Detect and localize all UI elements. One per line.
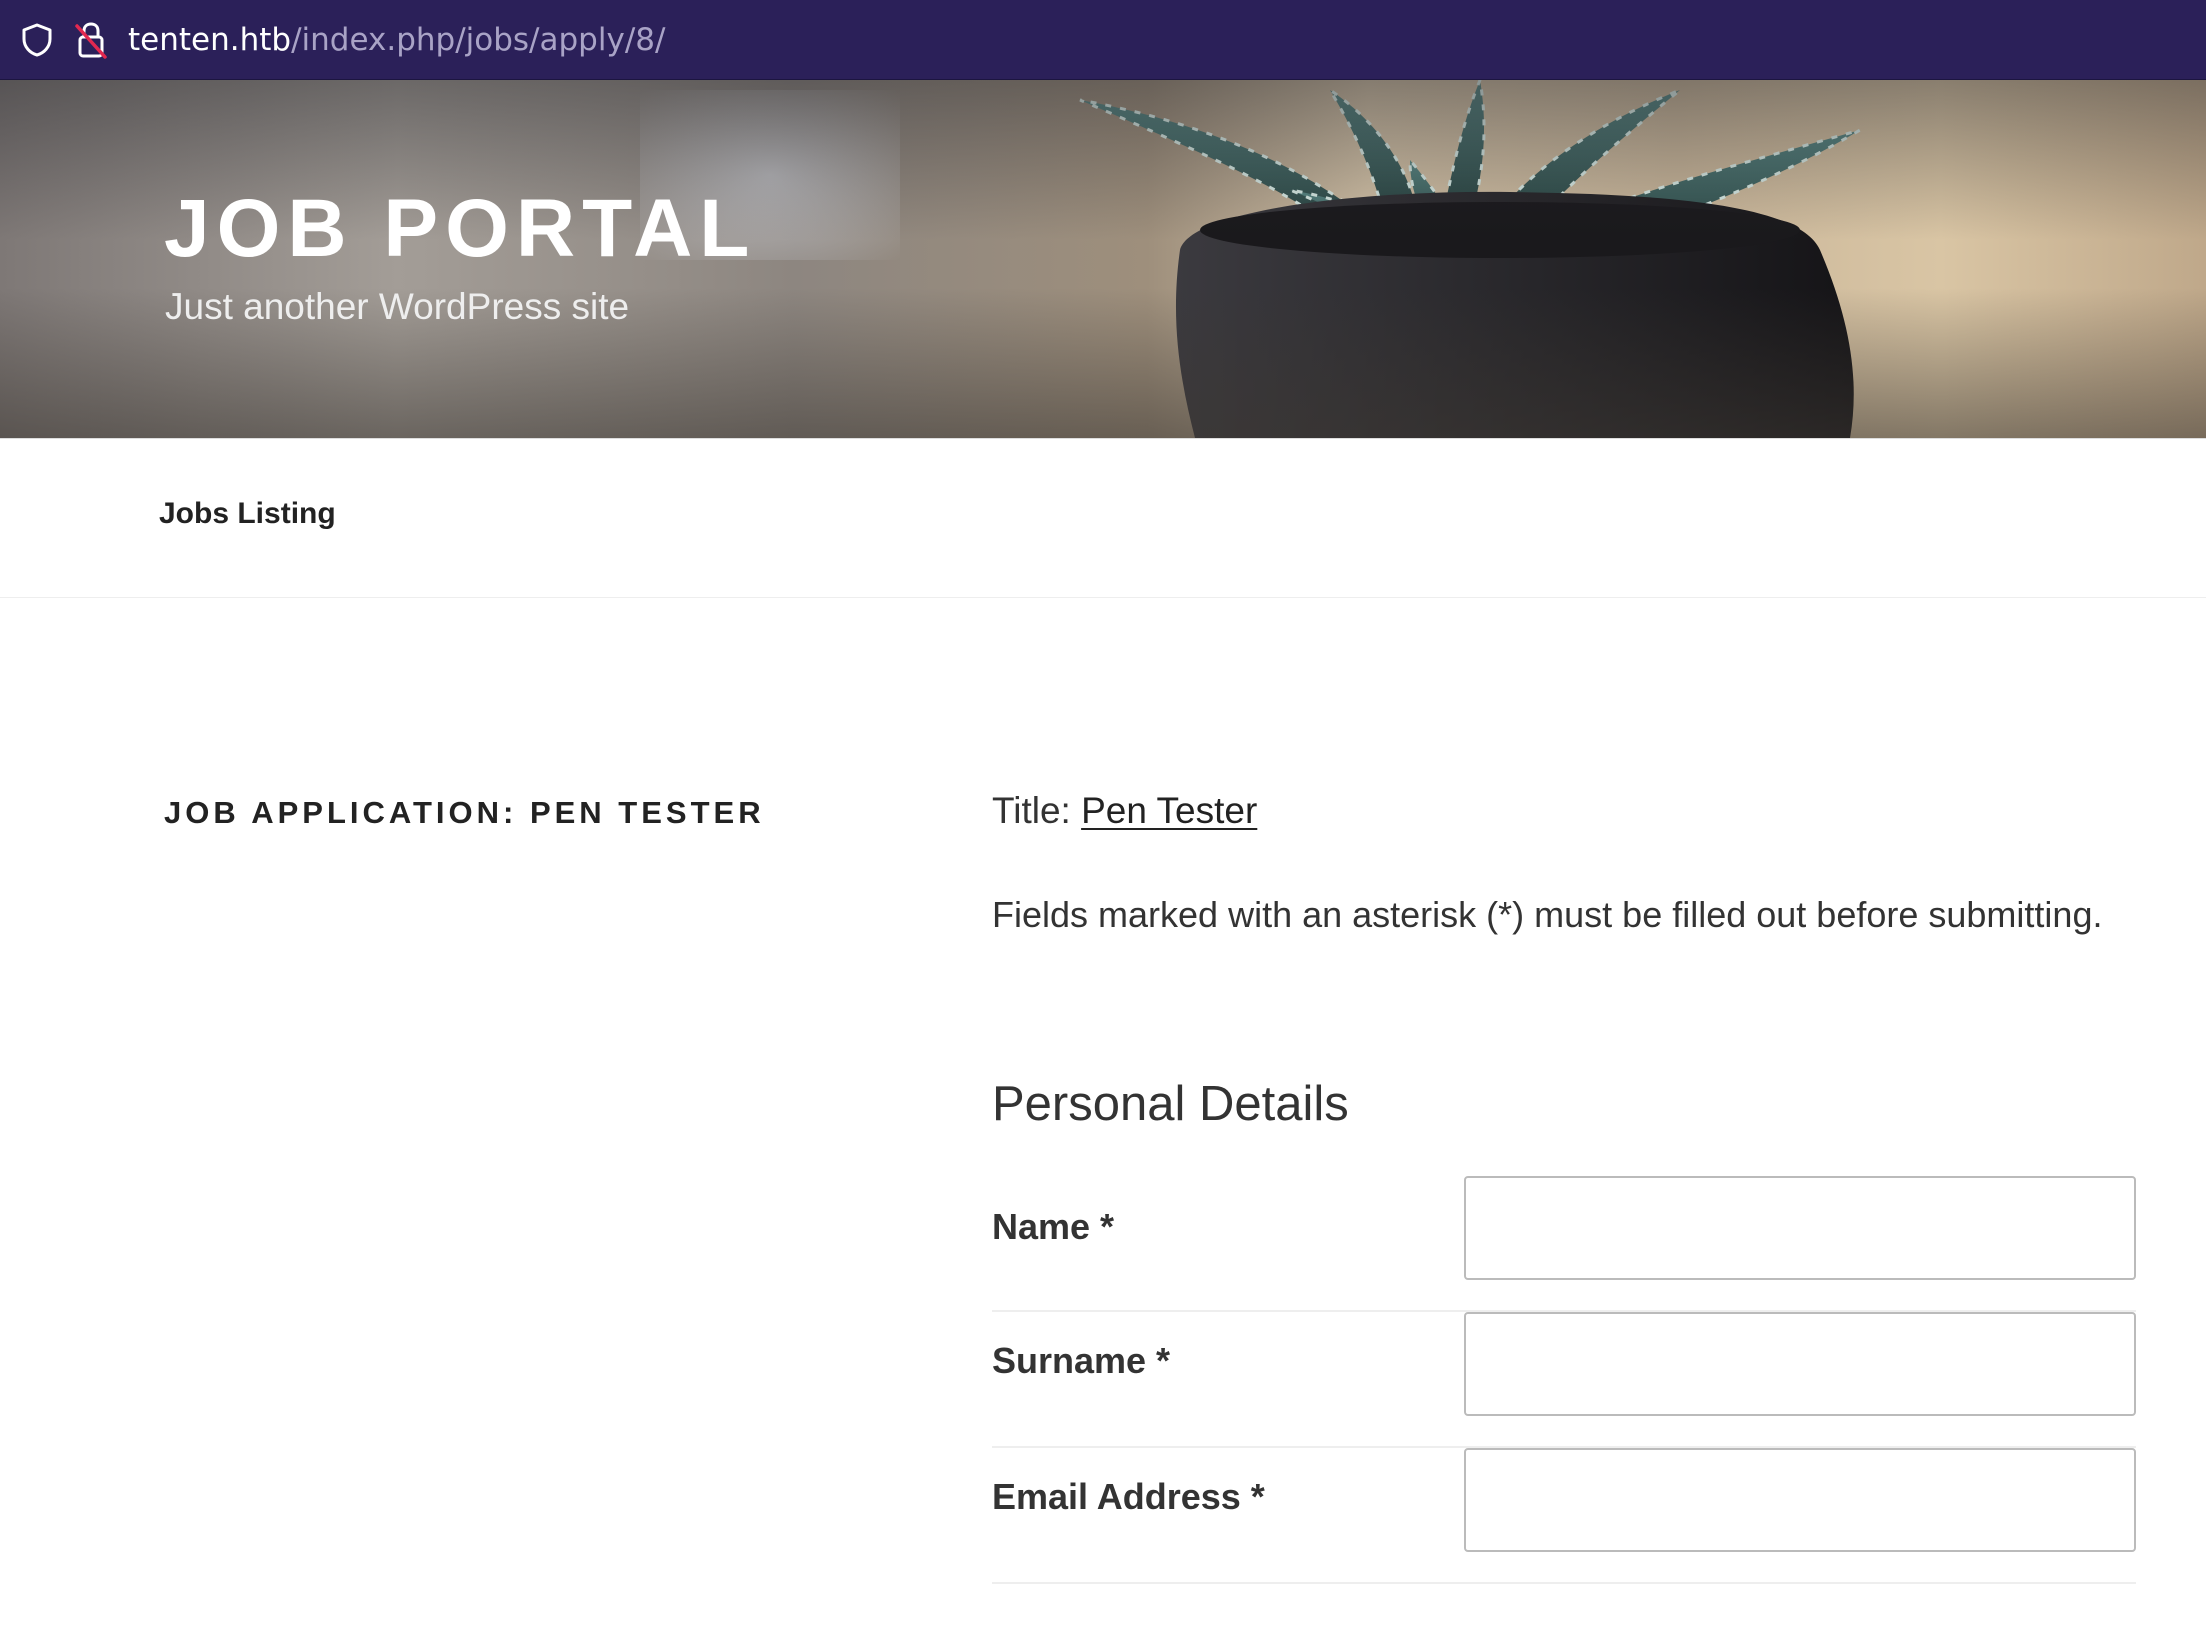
url-host: tenten.htb [128, 22, 292, 58]
job-title-prefix: Title: [992, 790, 1082, 831]
main-navigation: Jobs Listing [0, 438, 2206, 598]
section-heading-personal-details: Personal Details [992, 1077, 1349, 1131]
lock-insecure-icon[interactable] [74, 20, 108, 60]
nav-item-jobs-listing[interactable]: Jobs Listing [159, 497, 336, 531]
form-row-name: Name * [992, 1176, 2136, 1312]
job-title-line: Title: Pen Tester [992, 790, 1257, 832]
form-row-surname: Surname * [992, 1312, 2136, 1448]
header-banner: JOB PORTAL Just another WordPress site [0, 80, 2206, 438]
surname-label: Surname * [992, 1340, 1171, 1381]
site-title[interactable]: JOB PORTAL [164, 188, 756, 270]
name-label: Name * [992, 1206, 1115, 1247]
surname-input[interactable] [1464, 1312, 2136, 1416]
required-fields-note: Fields marked with an asterisk (*) must … [992, 894, 2103, 935]
url-text[interactable]: tenten.htb/index.php/jobs/apply/8/ [128, 18, 665, 62]
page-title: JOB APPLICATION: PEN TESTER [164, 795, 765, 830]
url-path: /index.php/jobs/apply/8/ [291, 22, 666, 58]
email-label: Email Address * [992, 1476, 1265, 1517]
job-title-link[interactable]: Pen Tester [1081, 790, 1257, 831]
browser-url-bar[interactable]: tenten.htb/index.php/jobs/apply/8/ [0, 0, 2206, 80]
form-row-email: Email Address * [992, 1448, 2136, 1584]
site-description: Just another WordPress site [165, 286, 630, 327]
name-input[interactable] [1464, 1176, 2136, 1280]
email-input[interactable] [1464, 1448, 2136, 1552]
shield-icon[interactable] [20, 22, 54, 58]
